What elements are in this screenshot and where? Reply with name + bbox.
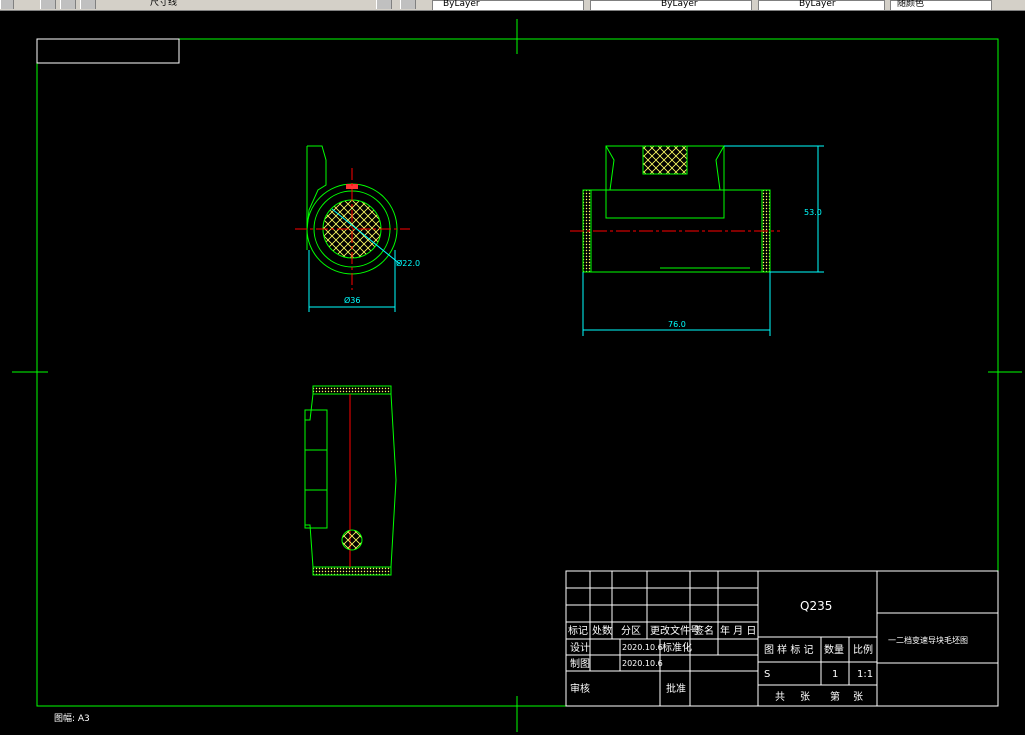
design-date: 2020.10.6 xyxy=(622,643,663,652)
lineweight-control[interactable]: ByLayer xyxy=(758,0,885,10)
drafting-date: 2020.10.6 xyxy=(622,659,663,668)
header-sign: 签名 xyxy=(694,624,714,637)
header-mark: 标记 xyxy=(568,625,588,637)
linetype-control[interactable]: ByLayer xyxy=(590,0,752,10)
drawing-name: 一二档变速导块毛坯图 xyxy=(888,635,968,645)
stage-value: S xyxy=(764,669,770,680)
drafting-label: 制图 xyxy=(570,657,590,670)
layer-previous-icon[interactable] xyxy=(400,0,416,9)
top-view xyxy=(304,385,397,576)
layer-icon[interactable] xyxy=(40,0,56,9)
dim-height: 53.0 xyxy=(804,208,822,217)
dim-outer-diameter: Ø36 xyxy=(344,295,360,305)
sheets-label-1: 张 xyxy=(800,691,810,703)
toolbar-button[interactable] xyxy=(0,0,14,9)
header-date: 年 月 日 xyxy=(720,624,756,637)
light-bulb-icon[interactable] xyxy=(60,0,76,9)
design-label: 设计 xyxy=(570,641,590,654)
front-view xyxy=(295,145,410,312)
header-zone: 分区 xyxy=(621,625,641,637)
layer-name[interactable]: 尺寸线 xyxy=(150,0,177,9)
layer-state-icon[interactable] xyxy=(376,0,392,9)
total-label: 共 xyxy=(775,691,785,703)
header-count: 处数 xyxy=(592,624,612,637)
color-control[interactable]: ByLayer xyxy=(432,0,584,10)
side-view xyxy=(570,145,824,336)
page-label: 第 xyxy=(830,690,840,703)
ratio-value: 1:1 xyxy=(857,669,873,680)
quantity-label: 数量 xyxy=(824,643,844,656)
standardization-label: 标准化 xyxy=(662,641,692,654)
properties-toolbar: 尺寸线 ByLayer ByLayer ByLayer 随颜色 xyxy=(0,0,1025,11)
drawing-frame xyxy=(12,19,1022,732)
dim-inner-diameter: Ø22.0 xyxy=(396,258,420,268)
sheets-label-2: 张 xyxy=(853,691,863,703)
plotstyle-control[interactable]: 随颜色 xyxy=(890,0,992,10)
sun-icon[interactable] xyxy=(80,0,96,9)
ratio-label: 比例 xyxy=(853,643,873,656)
drawing-canvas[interactable]: 图幅: A3 Ø36 Ø22.0 53.0 76.0 Q235 一二档变速导块毛… xyxy=(0,11,1025,735)
review-label: 审核 xyxy=(570,682,590,695)
approve-label: 批准 xyxy=(666,682,686,695)
header-change-doc: 更改文件号 xyxy=(650,624,700,637)
stage-mark-label: 图 样 标 记 xyxy=(764,643,814,656)
material: Q235 xyxy=(800,599,832,613)
dim-length: 76.0 xyxy=(668,320,686,329)
quantity-value: 1 xyxy=(832,669,838,680)
sheet-size-label: 图幅: A3 xyxy=(54,712,90,724)
